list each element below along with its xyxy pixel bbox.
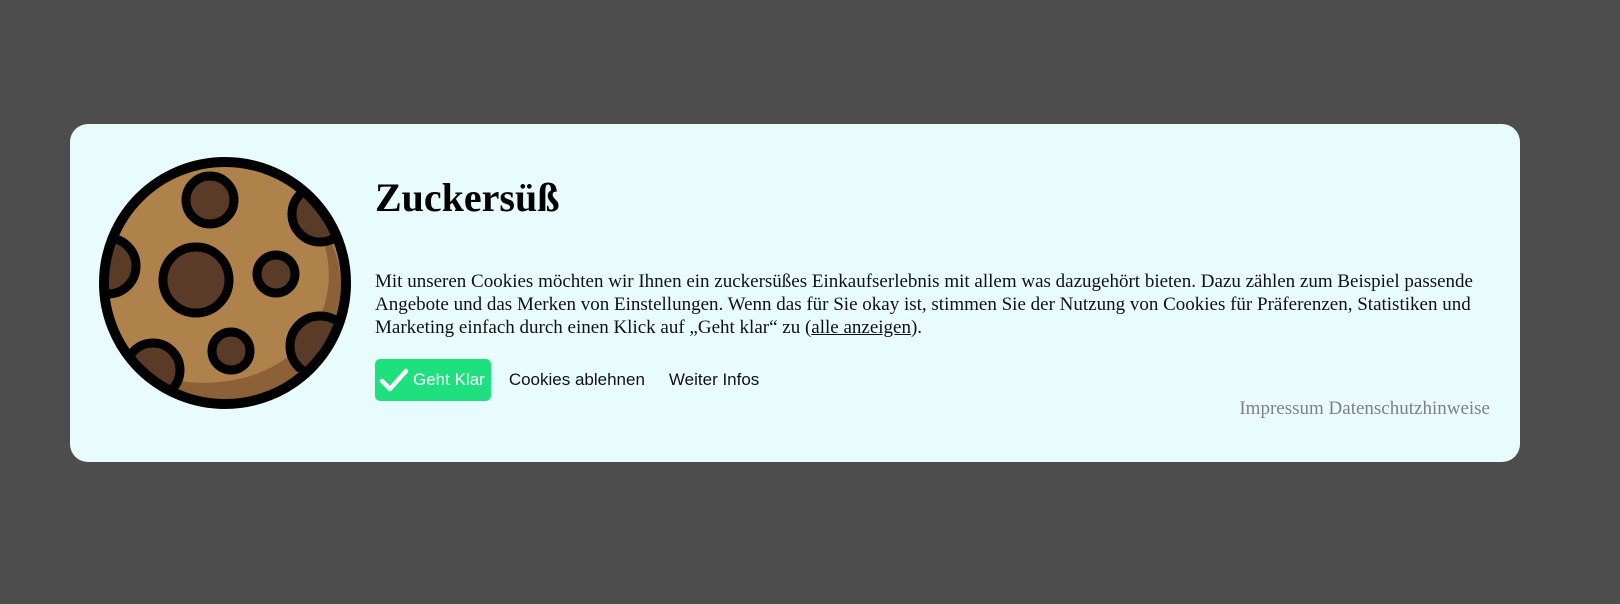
cookie-icon: [99, 157, 351, 409]
privacy-link[interactable]: Datenschutzhinweise: [1329, 398, 1490, 419]
dialog-title: Zuckersüß: [375, 175, 560, 220]
decline-cookies-button[interactable]: Cookies ablehnen: [509, 370, 645, 390]
impressum-link[interactable]: Impressum: [1239, 398, 1323, 419]
more-info-button[interactable]: Weiter Infos: [669, 370, 759, 390]
dialog-content: Zuckersüß Mit unseren Cookies möchten wi…: [375, 174, 1495, 401]
cookie-consent-dialog: Zuckersüß Mit unseren Cookies möchten wi…: [70, 124, 1520, 462]
modal-overlay: Zuckersüß Mit unseren Cookies möchten wi…: [0, 0, 1620, 604]
check-icon: [379, 368, 409, 392]
accept-button-label: Geht Klar: [413, 370, 485, 389]
accept-cookies-button[interactable]: Geht Klar: [375, 359, 491, 401]
action-bar: Geht Klar Cookies ablehnen Weiter Infos: [375, 359, 1495, 401]
description-text-end: ).: [910, 317, 923, 338]
footer-links: Impressum Datenschutzhinweise: [1239, 398, 1490, 420]
dialog-description: Mit unseren Cookies möchten wir Ihnen ei…: [375, 270, 1495, 339]
show-all-link[interactable]: alle anzeigen: [811, 317, 911, 338]
description-text: Mit unseren Cookies möchten wir Ihnen ei…: [375, 271, 1473, 338]
